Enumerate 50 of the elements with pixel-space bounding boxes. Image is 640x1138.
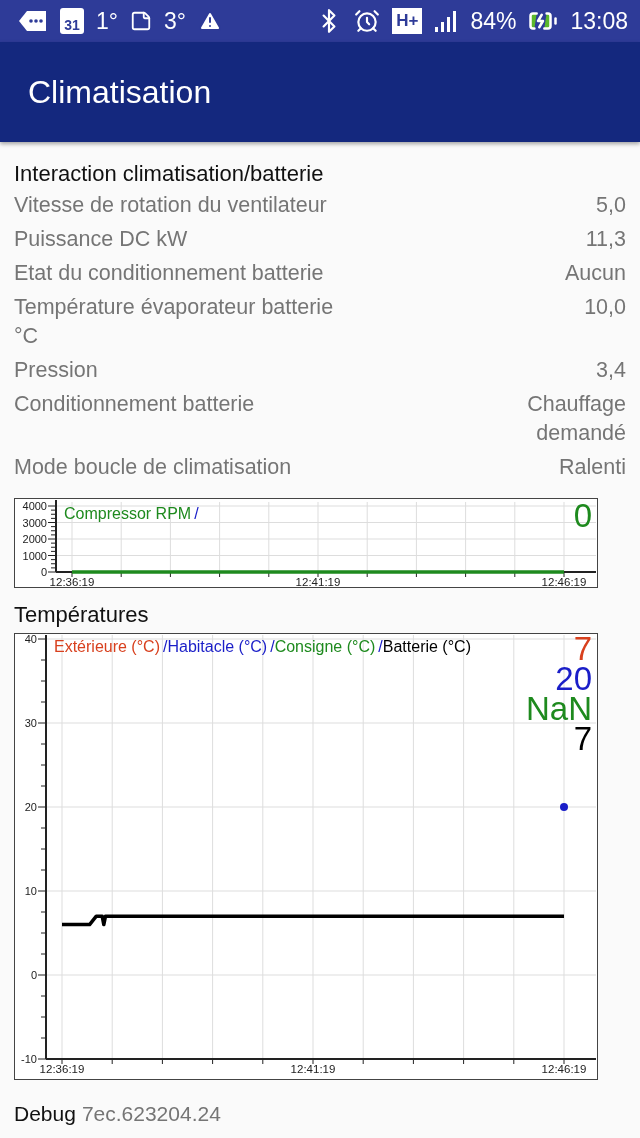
- battery-percentage: 84%: [470, 7, 517, 35]
- parameter-label: Puissance DC kW: [14, 225, 188, 253]
- app-title: Climatisation: [28, 73, 212, 111]
- data-point: [560, 803, 568, 811]
- parameter-value: Chauffage demandé: [526, 390, 626, 447]
- x-tick-label: 12:41:19: [295, 576, 341, 588]
- parameter-value: 3,4: [596, 356, 626, 384]
- y-tick-label: -10: [21, 1053, 37, 1065]
- parameter-value: 11,3: [585, 225, 626, 253]
- section-title: Températures: [14, 601, 150, 629]
- y-tick-label: 3000: [22, 516, 47, 529]
- parameter-label: Etat du conditionnement batterie: [14, 259, 324, 287]
- y-tick-label: 4000: [22, 500, 47, 512]
- x-tick-label: 12:41:19: [290, 1063, 336, 1075]
- parameter-label: Mode boucle de climatisation: [14, 453, 292, 481]
- x-tick-label: 12:46:19: [541, 576, 587, 588]
- parameter-label: Température évaporateur batterie °C: [14, 293, 335, 350]
- x-tick-label: 12:36:19: [49, 576, 95, 588]
- temperature-text: 1°: [96, 7, 118, 35]
- y-tick-label: 0: [40, 566, 47, 578]
- parameter-value: 5,0: [596, 191, 626, 219]
- chart-legend: Compressor RPM /: [64, 505, 199, 522]
- parameter-label: Conditionnement batterie: [14, 390, 255, 418]
- network-type-icon: H+: [392, 8, 423, 34]
- x-tick-label: 12:36:19: [39, 1063, 85, 1075]
- x-tick-label: 12:46:19: [541, 1063, 587, 1075]
- parameter-value: Aucun: [565, 259, 626, 287]
- parameter-label: Vitesse de rotation du ventilateur: [14, 191, 327, 219]
- section-title: Interaction climatisation/batterie: [14, 160, 325, 188]
- debug-label: Debug: [14, 1102, 76, 1126]
- current-reading: 0: [573, 498, 592, 534]
- parameter-value: Ralenti: [559, 453, 626, 481]
- signal-icon: [434, 10, 459, 32]
- debug-value: 7ec.623204.24: [81, 1102, 221, 1126]
- y-tick-label: 20: [24, 801, 37, 813]
- clock-time: 13:08: [570, 7, 628, 35]
- y-tick-label: 30: [24, 717, 37, 729]
- y-tick-label: 1000: [22, 549, 47, 562]
- parameter-value: 10,0: [584, 293, 626, 321]
- y-tick-label: 10: [24, 885, 37, 897]
- tag-icon: [18, 10, 48, 32]
- note-icon: [130, 10, 152, 32]
- y-tick-label: 40: [24, 633, 37, 645]
- y-tick-label: 0: [30, 969, 37, 981]
- y-tick-label: 2000: [22, 533, 47, 545]
- alarm-icon: [354, 8, 381, 34]
- calendar-icon: 31: [60, 8, 84, 34]
- parameter-label: Pression: [14, 356, 98, 384]
- temperature-text: 3°: [164, 7, 186, 35]
- chart-legend: Extérieure (°C) /Habitacle (°C) /Consigne (°C) /Batterie (°C): [54, 638, 471, 655]
